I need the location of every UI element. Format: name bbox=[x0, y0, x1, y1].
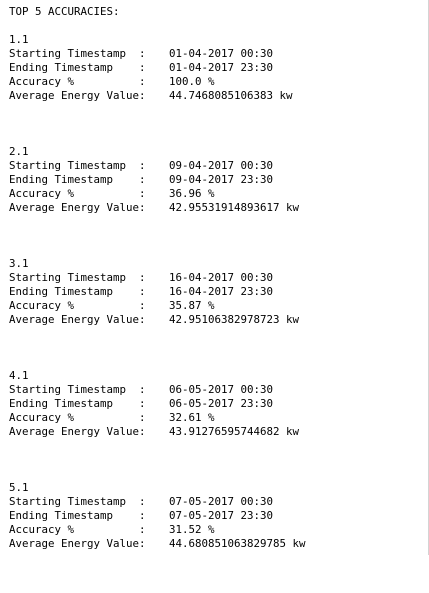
entry-energy-row: Average Energy Value: 44.7468085106383 k… bbox=[9, 89, 293, 103]
accuracy-value: 100.0 % bbox=[169, 75, 215, 88]
entry-start-row: Starting Timestamp : 16-04-2017 00:30 bbox=[9, 271, 273, 285]
entry-id: 3.1 bbox=[9, 257, 29, 270]
start-value: 16-04-2017 00:30 bbox=[169, 271, 274, 284]
energy-value: 42.95531914893617 kw bbox=[169, 201, 300, 214]
entry-id: 1.1 bbox=[9, 33, 29, 46]
end-value: 07-05-2017 23:30 bbox=[169, 509, 274, 522]
energy-label: Average Energy Value: bbox=[9, 425, 146, 438]
accuracy-value: 35.87 % bbox=[169, 299, 215, 312]
entry-start-row: Starting Timestamp : 01-04-2017 00:30 bbox=[9, 47, 273, 61]
end-value: 06-05-2017 23:30 bbox=[169, 397, 274, 410]
entry-end-row: Ending Timestamp : 07-05-2017 23:30 bbox=[9, 509, 273, 523]
accuracy-label: Accuracy % : bbox=[9, 299, 146, 312]
entry-start-row: Starting Timestamp : 06-05-2017 00:30 bbox=[9, 383, 273, 397]
start-value: 06-05-2017 00:30 bbox=[169, 383, 274, 396]
end-label: Ending Timestamp : bbox=[9, 61, 146, 74]
start-label: Starting Timestamp : bbox=[9, 383, 146, 396]
accuracy-value: 31.52 % bbox=[169, 523, 215, 536]
accuracy-label: Accuracy % : bbox=[9, 187, 146, 200]
end-label: Ending Timestamp : bbox=[9, 509, 146, 522]
energy-label: Average Energy Value: bbox=[9, 313, 146, 326]
energy-label: Average Energy Value: bbox=[9, 537, 146, 550]
entry-end-row: Ending Timestamp : 09-04-2017 23:30 bbox=[9, 173, 273, 187]
start-label: Starting Timestamp : bbox=[9, 271, 146, 284]
entry-end-row: Ending Timestamp : 01-04-2017 23:30 bbox=[9, 61, 273, 75]
end-value: 16-04-2017 23:30 bbox=[169, 285, 274, 298]
entry-id: 5.1 bbox=[9, 481, 29, 494]
accuracy-label: Accuracy % : bbox=[9, 411, 146, 424]
console-output: TOP 5 ACCURACIES: 1.1 Starting Timestamp… bbox=[0, 0, 429, 555]
end-label: Ending Timestamp : bbox=[9, 285, 146, 298]
entry-energy-row: Average Energy Value: 42.95531914893617 … bbox=[9, 201, 299, 215]
accuracy-value: 36.96 % bbox=[169, 187, 215, 200]
start-label: Starting Timestamp : bbox=[9, 47, 146, 60]
entry-accuracy-row: Accuracy % : 36.96 % bbox=[9, 187, 215, 201]
entry-energy-row: Average Energy Value: 42.95106382978723 … bbox=[9, 313, 299, 327]
end-label: Ending Timestamp : bbox=[9, 173, 146, 186]
energy-label: Average Energy Value: bbox=[9, 89, 146, 102]
entry-energy-row: Average Energy Value: 43.91276595744682 … bbox=[9, 425, 299, 439]
entry-start-row: Starting Timestamp : 07-05-2017 00:30 bbox=[9, 495, 273, 509]
start-value: 09-04-2017 00:30 bbox=[169, 159, 274, 172]
entry-accuracy-row: Accuracy % : 32.61 % bbox=[9, 411, 215, 425]
entry-accuracy-row: Accuracy % : 31.52 % bbox=[9, 523, 215, 537]
entry-end-row: Ending Timestamp : 16-04-2017 23:30 bbox=[9, 285, 273, 299]
entry-accuracy-row: Accuracy % : 35.87 % bbox=[9, 299, 215, 313]
entry-id: 4.1 bbox=[9, 369, 29, 382]
output-header: TOP 5 ACCURACIES: bbox=[9, 5, 120, 18]
accuracy-label: Accuracy % : bbox=[9, 75, 146, 88]
energy-label: Average Energy Value: bbox=[9, 201, 146, 214]
entry-energy-row: Average Energy Value: 44.680851063829785… bbox=[9, 537, 306, 551]
entry-start-row: Starting Timestamp : 09-04-2017 00:30 bbox=[9, 159, 273, 173]
start-label: Starting Timestamp : bbox=[9, 159, 146, 172]
energy-value: 43.91276595744682 kw bbox=[169, 425, 300, 438]
energy-value: 42.95106382978723 kw bbox=[169, 313, 300, 326]
start-value: 07-05-2017 00:30 bbox=[169, 495, 274, 508]
entry-end-row: Ending Timestamp : 06-05-2017 23:30 bbox=[9, 397, 273, 411]
accuracy-value: 32.61 % bbox=[169, 411, 215, 424]
end-value: 01-04-2017 23:30 bbox=[169, 61, 274, 74]
accuracy-label: Accuracy % : bbox=[9, 523, 146, 536]
entry-accuracy-row: Accuracy % : 100.0 % bbox=[9, 75, 215, 89]
energy-value: 44.7468085106383 kw bbox=[169, 89, 293, 102]
energy-value: 44.680851063829785 kw bbox=[169, 537, 306, 550]
end-label: Ending Timestamp : bbox=[9, 397, 146, 410]
start-label: Starting Timestamp : bbox=[9, 495, 146, 508]
entry-id: 2.1 bbox=[9, 145, 29, 158]
end-value: 09-04-2017 23:30 bbox=[169, 173, 274, 186]
start-value: 01-04-2017 00:30 bbox=[169, 47, 274, 60]
